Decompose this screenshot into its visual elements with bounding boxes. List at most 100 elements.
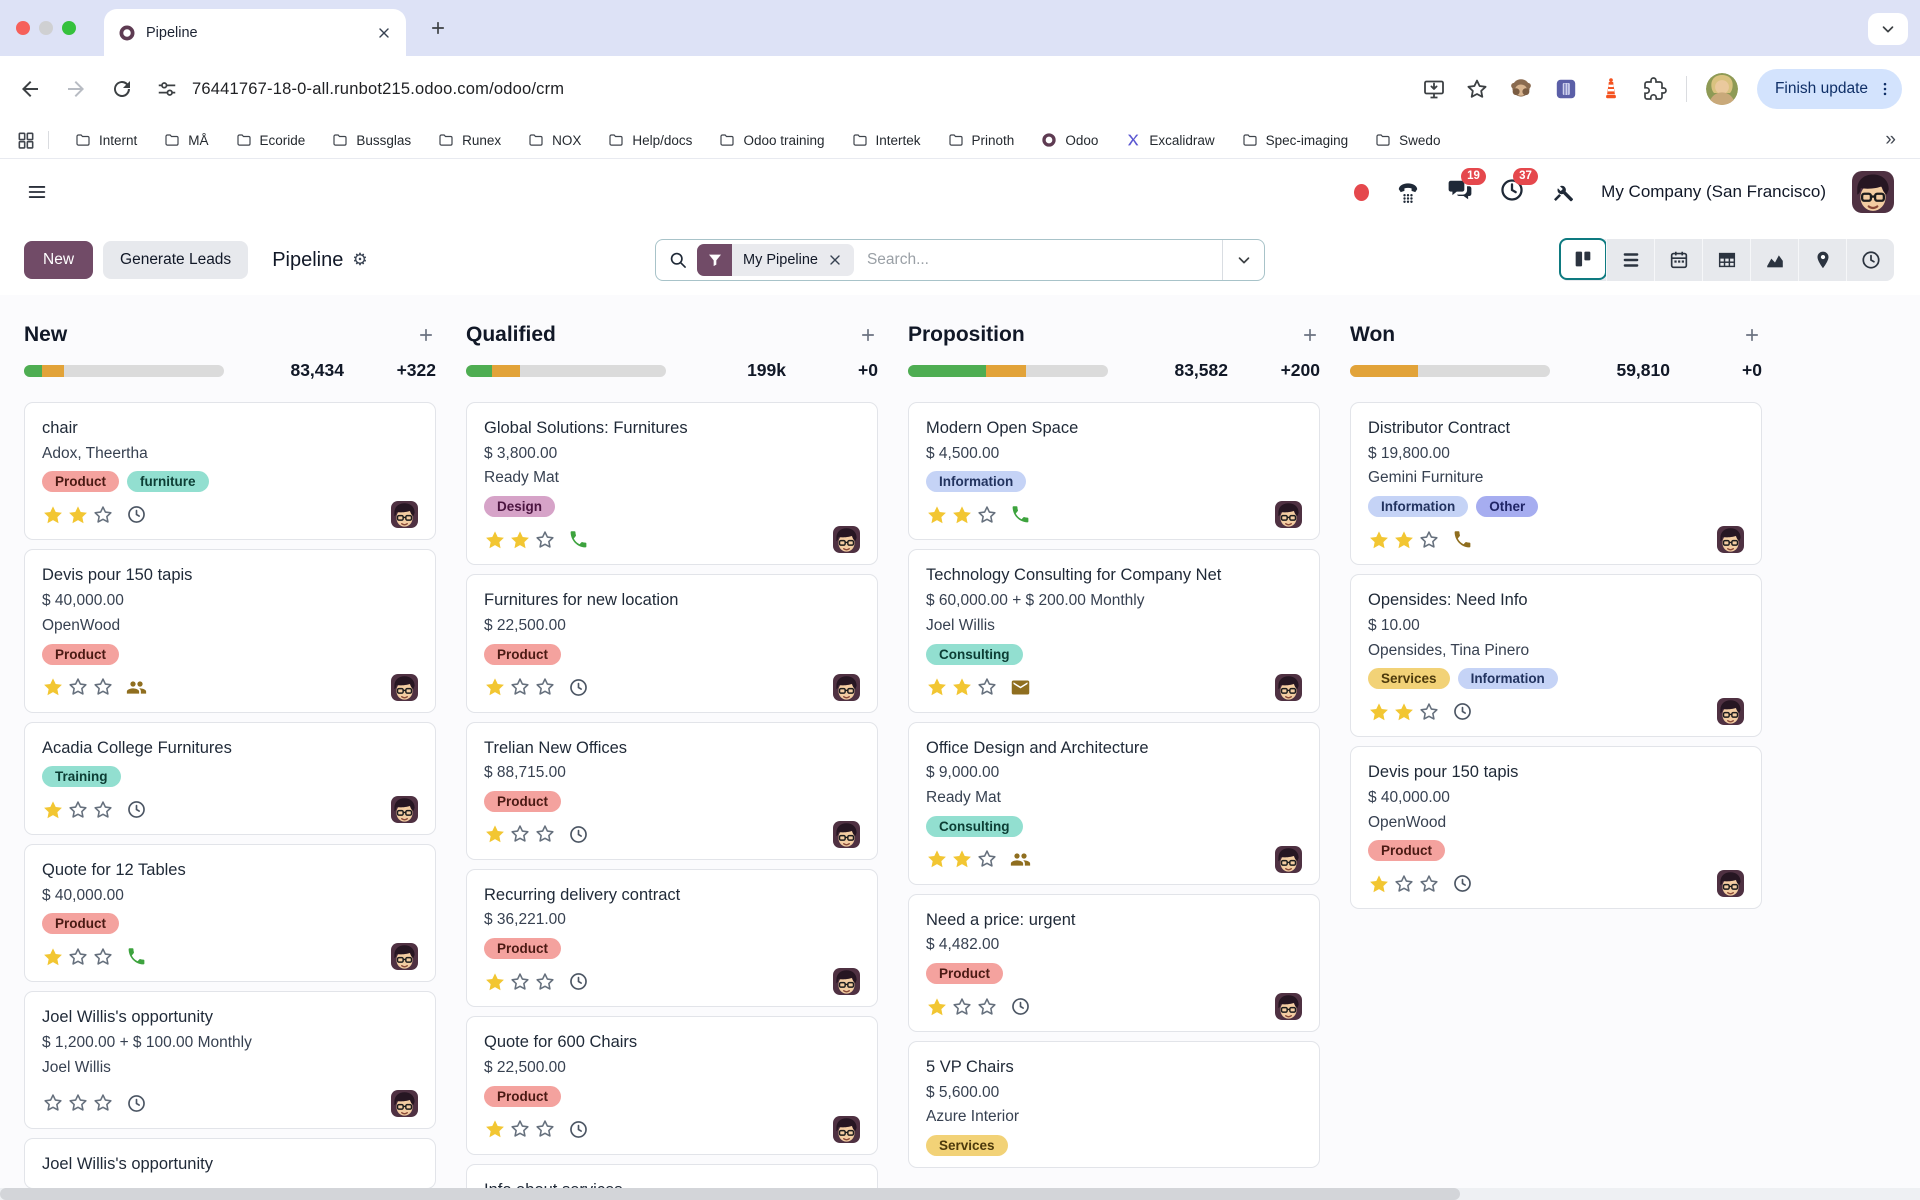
star-empty-icon[interactable] <box>976 504 998 526</box>
phone-green-activity-icon[interactable] <box>1010 504 1031 525</box>
priority-stars[interactable] <box>42 799 114 821</box>
url-text[interactable]: 76441767-18-0-all.runbot215.odoo.com/odo… <box>192 80 564 99</box>
close-window-button[interactable] <box>16 21 30 35</box>
clock-activity-icon[interactable] <box>568 971 589 992</box>
priority-stars[interactable] <box>484 676 556 698</box>
phone-green-activity-icon[interactable] <box>568 529 589 550</box>
star-filled-icon[interactable] <box>951 504 973 526</box>
column-progressbar[interactable] <box>1350 365 1550 377</box>
tab-close-icon[interactable] <box>376 25 392 41</box>
extension-purple-icon[interactable] <box>1553 76 1579 102</box>
browser-profile-avatar[interactable] <box>1706 73 1738 105</box>
debug-tools-icon[interactable] <box>1551 180 1575 204</box>
new-tab-button[interactable] <box>428 18 448 38</box>
star-filled-icon[interactable] <box>926 848 948 870</box>
facet-remove-icon[interactable] <box>827 252 843 268</box>
card-avatar[interactable] <box>391 796 418 823</box>
card-avatar[interactable] <box>391 943 418 970</box>
browser-tab-pipeline[interactable]: Pipeline <box>104 9 406 56</box>
view-pivot[interactable] <box>1702 239 1750 281</box>
star-filled-icon[interactable] <box>951 676 973 698</box>
view-kanban[interactable] <box>1559 238 1607 280</box>
card-avatar[interactable] <box>391 501 418 528</box>
apps-grid-icon[interactable] <box>16 130 36 150</box>
bookmark-item[interactable]: Runex <box>438 132 501 148</box>
priority-stars[interactable] <box>1368 701 1440 723</box>
bookmark-item[interactable]: Spec-imaging <box>1242 132 1349 148</box>
star-filled-icon[interactable] <box>926 676 948 698</box>
phone-olive-activity-icon[interactable] <box>1452 529 1473 550</box>
clock-activity-icon[interactable] <box>126 1093 147 1114</box>
clock-activity-icon[interactable] <box>568 1119 589 1140</box>
star-empty-icon[interactable] <box>534 1118 556 1140</box>
clock-activity-icon[interactable] <box>126 504 147 525</box>
card-avatar[interactable] <box>833 674 860 701</box>
star-empty-icon[interactable] <box>976 676 998 698</box>
star-filled-icon[interactable] <box>484 1118 506 1140</box>
star-empty-icon[interactable] <box>534 971 556 993</box>
star-filled-icon[interactable] <box>1368 873 1390 895</box>
star-empty-icon[interactable] <box>92 946 114 968</box>
phone-green-activity-icon[interactable] <box>126 946 147 967</box>
priority-stars[interactable] <box>484 823 556 845</box>
priority-stars[interactable] <box>42 676 114 698</box>
search-dropdown-toggle[interactable] <box>1222 240 1264 280</box>
star-filled-icon[interactable] <box>42 676 64 698</box>
people-activity-icon[interactable] <box>126 677 147 698</box>
kanban-card[interactable]: Office Design and Architecture $ 9,000.0… <box>908 722 1320 885</box>
kanban-card[interactable]: Acadia College Furnitures Training <box>24 722 436 836</box>
search-bar[interactable]: My Pipeline Search... <box>655 239 1265 281</box>
reload-icon[interactable] <box>110 77 134 101</box>
card-avatar[interactable] <box>391 674 418 701</box>
star-empty-icon[interactable] <box>1418 701 1440 723</box>
priority-stars[interactable] <box>926 848 998 870</box>
kanban-card[interactable]: Quote for 12 Tables $ 40,000.00 Product <box>24 844 436 982</box>
bookmarks-overflow-chevron[interactable]: » <box>1885 129 1904 151</box>
kanban-card[interactable]: Joel Willis's opportunity <box>24 1138 436 1190</box>
card-avatar[interactable] <box>1717 526 1744 553</box>
bookmark-item[interactable]: Odoo training <box>719 132 824 148</box>
kanban-card[interactable]: Devis pour 150 tapis $ 40,000.00 OpenWoo… <box>1350 746 1762 909</box>
card-avatar[interactable] <box>1275 674 1302 701</box>
priority-stars[interactable] <box>484 529 556 551</box>
star-empty-icon[interactable] <box>67 946 89 968</box>
star-empty-icon[interactable] <box>42 1092 64 1114</box>
back-icon[interactable] <box>18 77 42 101</box>
horizontal-scrollbar[interactable] <box>0 1188 1920 1200</box>
add-card-icon[interactable] <box>858 325 878 345</box>
star-filled-icon[interactable] <box>42 946 64 968</box>
add-card-icon[interactable] <box>1742 325 1762 345</box>
bookmark-item[interactable]: Prinoth <box>948 132 1015 148</box>
priority-stars[interactable] <box>1368 529 1440 551</box>
star-empty-icon[interactable] <box>1418 873 1440 895</box>
clock-activity-icon[interactable] <box>1010 996 1031 1017</box>
forward-icon[interactable] <box>64 77 88 101</box>
priority-stars[interactable] <box>42 504 114 526</box>
star-empty-icon[interactable] <box>92 504 114 526</box>
star-empty-icon[interactable] <box>534 823 556 845</box>
people-activity-icon[interactable] <box>1010 849 1031 870</box>
search-input[interactable]: Search... <box>867 251 1222 269</box>
extensions-puzzle-icon[interactable] <box>1643 77 1667 101</box>
card-avatar[interactable] <box>833 1116 860 1143</box>
kanban-card[interactable]: Modern Open Space $ 4,500.00 Information <box>908 402 1320 540</box>
messages-menu[interactable]: 19 <box>1447 177 1473 208</box>
softphone-icon[interactable] <box>1395 179 1421 205</box>
kanban-card[interactable]: Devis pour 150 tapis $ 40,000.00 OpenWoo… <box>24 549 436 712</box>
star-empty-icon[interactable] <box>509 1118 531 1140</box>
star-empty-icon[interactable] <box>509 823 531 845</box>
generate-leads-button[interactable]: Generate Leads <box>103 241 248 279</box>
star-empty-icon[interactable] <box>92 1092 114 1114</box>
view-graph[interactable] <box>1750 239 1798 281</box>
company-name[interactable]: My Company (San Francisco) <box>1601 182 1826 202</box>
star-filled-icon[interactable] <box>484 971 506 993</box>
card-avatar[interactable] <box>1717 870 1744 897</box>
hamburger-menu-icon[interactable] <box>26 181 48 203</box>
star-filled-icon[interactable] <box>926 504 948 526</box>
star-empty-icon[interactable] <box>92 799 114 821</box>
star-filled-icon[interactable] <box>42 504 64 526</box>
extension-monkey-icon[interactable] <box>1508 76 1534 102</box>
star-empty-icon[interactable] <box>534 676 556 698</box>
gear-icon[interactable]: ⚙ <box>352 250 367 270</box>
clock-activity-icon[interactable] <box>568 824 589 845</box>
